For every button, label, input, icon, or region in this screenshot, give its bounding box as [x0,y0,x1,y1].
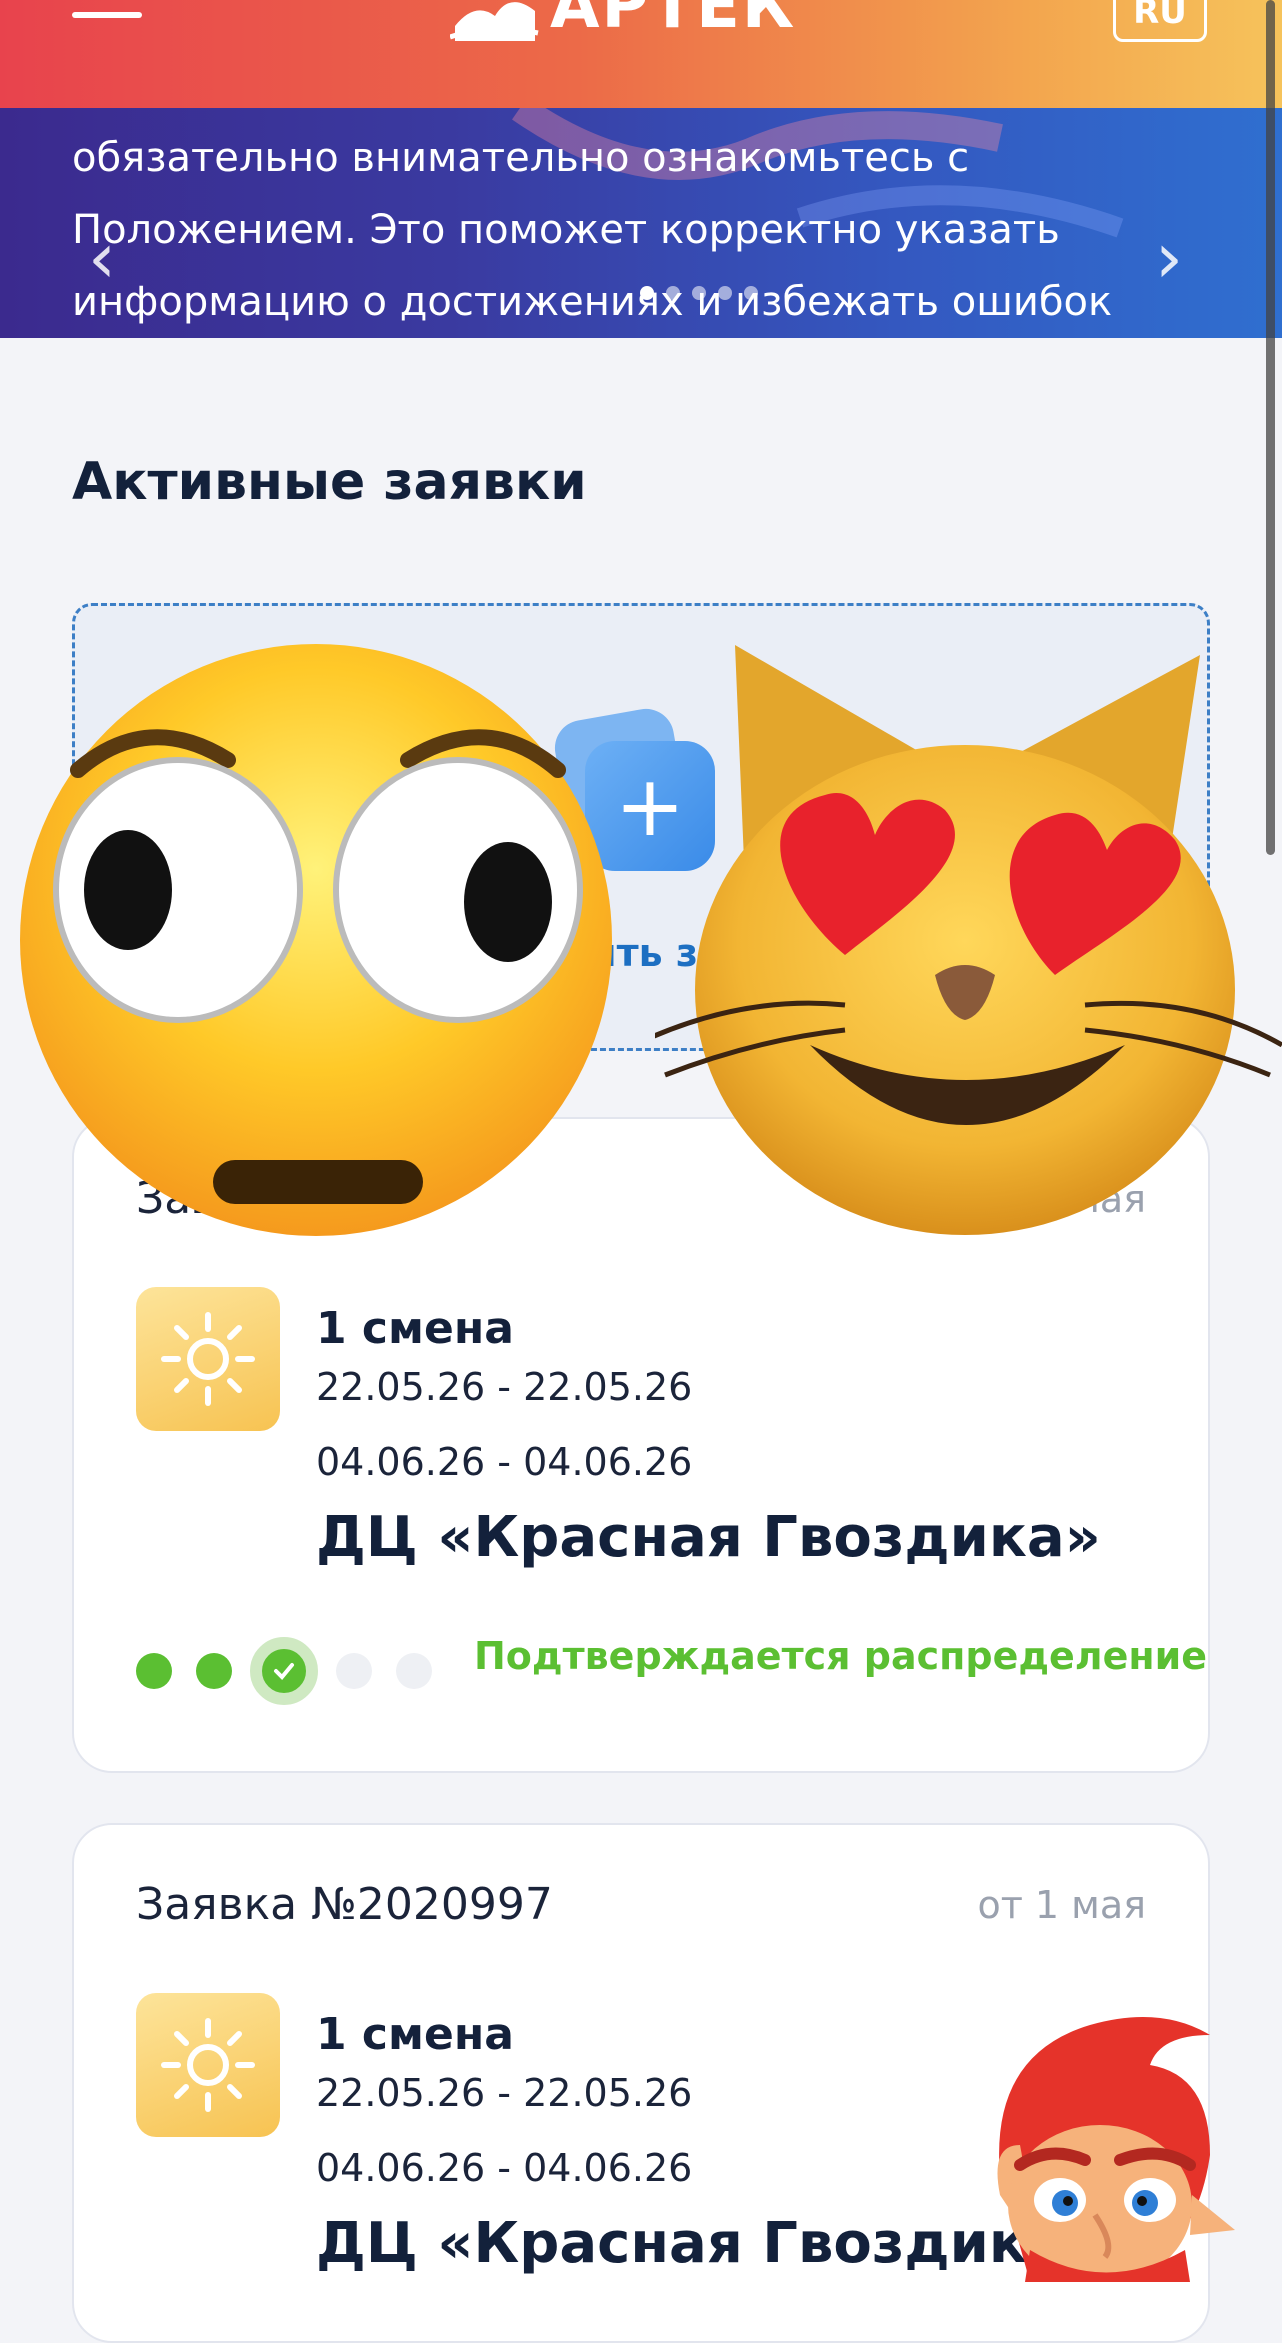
flushed-face-emoji [20,644,612,1236]
section-title: Активные заявки [72,452,587,512]
application-date: от 1 мая [977,1883,1146,1927]
status-progress [136,1637,456,1705]
info-banner[interactable]: обязательно внимательно ознакомьтесь с П… [0,108,1282,338]
pagination-dot[interactable] [640,286,654,300]
banner-next-arrow[interactable]: › [1155,223,1183,293]
banner-pagination [640,286,758,300]
shift-name: 1 смена [316,1303,514,1354]
artek-logo[interactable]: АРТЕК [450,0,796,46]
heart-eyes-cat-emoji [655,645,1282,1235]
application-number: Заявка №2020997 [136,1879,553,1930]
sun-icon [136,1287,280,1431]
shift-dates: 04.06.26 - 04.06.26 [316,2146,693,2190]
language-button[interactable]: RU [1113,0,1207,42]
status-text: Подтверждается распределение [474,1634,1208,1678]
pagination-dot[interactable] [692,286,706,300]
camp-name: ДЦ «Красная Гвоздика» [316,1505,1101,1570]
shift-dates: 04.06.26 - 04.06.26 [316,1440,693,1484]
progress-step-done [196,1653,232,1689]
shift-name: 1 смена [316,2009,514,2060]
pagination-dot[interactable] [666,286,680,300]
banner-text: обязательно внимательно ознакомьтесь с П… [72,135,1113,325]
wave-logo-icon [450,2,539,41]
progress-step-pending [396,1653,432,1689]
menu-icon[interactable] [72,0,142,26]
progress-step-pending [336,1653,372,1689]
logo-text: АРТЕК [550,0,797,43]
shift-dates: 22.05.26 - 22.05.26 [316,1365,693,1409]
mascot-character [997,2017,1235,2282]
banner-prev-arrow[interactable]: ‹ [88,223,116,293]
app-header: АРТЕК RU [0,0,1282,108]
shift-dates: 22.05.26 - 22.05.26 [316,2071,693,2115]
pagination-dot[interactable] [744,286,758,300]
progress-step-done [136,1653,172,1689]
check-icon [250,1637,318,1705]
sun-icon [136,1993,280,2137]
pagination-dot[interactable] [718,286,732,300]
